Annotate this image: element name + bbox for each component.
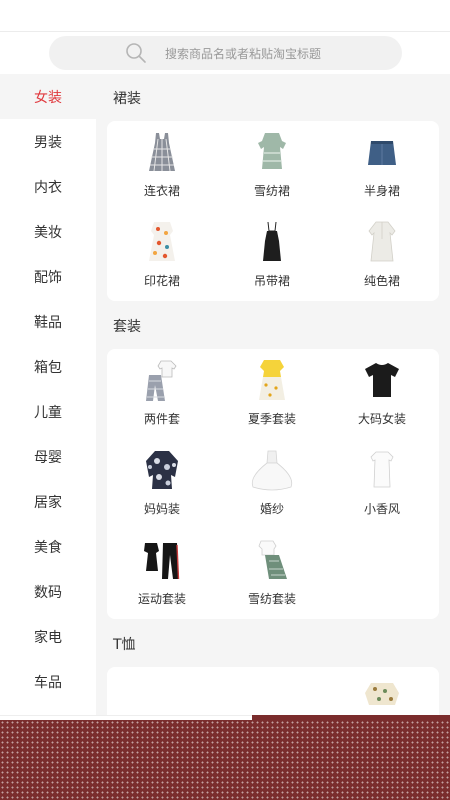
top-bar: 搜索商品名或者粘贴淘宝标题 bbox=[0, 0, 450, 74]
chiffon-set-icon bbox=[258, 540, 287, 579]
category-item[interactable]: 大码女装 bbox=[327, 349, 437, 439]
chiffon-dress-icon bbox=[258, 133, 286, 169]
divider bbox=[0, 31, 450, 32]
wedding-gown-icon bbox=[251, 450, 293, 491]
denim-skirt-icon bbox=[368, 141, 396, 165]
sidebar-item-home[interactable]: 居家 bbox=[0, 479, 96, 524]
overlay-pattern bbox=[0, 720, 450, 800]
section-title-dresses: 裙装 bbox=[113, 91, 141, 107]
category-item[interactable]: 吊带裙 bbox=[217, 211, 327, 301]
sport-set-icon bbox=[144, 543, 180, 580]
item-label: 雪纺套装 bbox=[247, 592, 296, 606]
sidebar-item-women[interactable]: 女装 bbox=[0, 74, 96, 119]
sidebar-item-underwear[interactable]: 内衣 bbox=[0, 164, 96, 209]
category-item[interactable]: 夏季套装 bbox=[217, 349, 327, 439]
two-piece-icon bbox=[146, 360, 177, 401]
sidebar-item-beauty[interactable]: 美妆 bbox=[0, 209, 96, 254]
category-item[interactable]: 婚纱 bbox=[217, 439, 327, 529]
sidebar-item-food[interactable]: 美食 bbox=[0, 524, 96, 569]
category-item[interactable]: 雪纺裙 bbox=[217, 121, 327, 211]
sidebar-item-shoes[interactable]: 鞋品 bbox=[0, 299, 96, 344]
item-label: 纯色裙 bbox=[363, 274, 400, 288]
slip-dress-icon bbox=[263, 221, 281, 261]
floral-jacket-icon bbox=[146, 451, 178, 489]
item-label: 小香风 bbox=[363, 502, 400, 516]
item-label: 夏季套装 bbox=[247, 412, 296, 426]
sidebar-item-accessories[interactable]: 配饰 bbox=[0, 254, 96, 299]
search-placeholder[interactable]: 搜索商品名或者粘贴淘宝标题 bbox=[165, 45, 321, 62]
white-blouse-icon bbox=[370, 451, 394, 488]
item-label: 吊带裙 bbox=[253, 274, 290, 288]
item-label: 连衣裙 bbox=[143, 184, 180, 198]
section-card-sets: 两件套 夏季套装 大码女装 妈妈装 婚纱 小香风 运动套装 雪纺套装 bbox=[107, 349, 439, 619]
category-sidebar: 女装 男装 内衣 美妆 配饰 鞋品 箱包 儿童 母婴 居家 美食 数码 家电 车… bbox=[0, 74, 96, 715]
section-title-tshirts: T恤 bbox=[113, 637, 136, 653]
category-item[interactable]: 纯色裙 bbox=[327, 211, 437, 301]
sidebar-item-baby[interactable]: 母婴 bbox=[0, 434, 96, 479]
item-label: 印花裙 bbox=[143, 274, 180, 288]
app-root: 搜索商品名或者粘贴淘宝标题 女装 男装 内衣 美妆 配饰 鞋品 箱包 儿童 母婴… bbox=[0, 0, 450, 800]
sidebar-item-car[interactable]: 车品 bbox=[0, 659, 96, 704]
category-item[interactable]: 印花裙 bbox=[107, 211, 217, 301]
sidebar-item-men[interactable]: 男装 bbox=[0, 119, 96, 164]
sidebar-item-bags[interactable]: 箱包 bbox=[0, 344, 96, 389]
category-item[interactable]: 小香风 bbox=[327, 439, 437, 529]
section-card-tshirts bbox=[107, 667, 439, 715]
plaid-dress-icon bbox=[149, 133, 175, 172]
white-dress-icon bbox=[368, 221, 396, 262]
black-tee-icon bbox=[365, 363, 399, 397]
category-item[interactable]: 连衣裙 bbox=[107, 121, 217, 211]
print-dress-icon bbox=[149, 222, 175, 261]
item-label: 大码女装 bbox=[357, 412, 406, 426]
category-item[interactable]: 两件套 bbox=[107, 349, 217, 439]
category-content: 裙装 连衣裙 雪纺裙 半身裙 印花裙 吊带裙 纯色裙 套装 两件套 夏季套装 大… bbox=[96, 74, 450, 715]
sidebar-item-appliances[interactable]: 家电 bbox=[0, 614, 96, 659]
item-label: 运动套装 bbox=[137, 592, 186, 606]
item-label: 雪纺裙 bbox=[253, 184, 290, 198]
section-title-sets: 套装 bbox=[113, 319, 141, 335]
item-label: 两件套 bbox=[143, 412, 180, 426]
category-item[interactable]: 运动套装 bbox=[107, 529, 217, 619]
item-label: 半身裙 bbox=[363, 184, 400, 198]
category-item[interactable] bbox=[327, 667, 437, 715]
category-item[interactable]: 半身裙 bbox=[327, 121, 437, 211]
sidebar-item-kids[interactable]: 儿童 bbox=[0, 389, 96, 434]
item-label: 婚纱 bbox=[259, 502, 284, 516]
floral-top-icon bbox=[365, 683, 399, 705]
category-item[interactable]: 妈妈装 bbox=[107, 439, 217, 529]
category-item[interactable]: 雪纺套装 bbox=[217, 529, 327, 619]
search-icon bbox=[126, 43, 146, 63]
sidebar-item-digital[interactable]: 数码 bbox=[0, 569, 96, 614]
search-bar[interactable]: 搜索商品名或者粘贴淘宝标题 bbox=[49, 36, 402, 70]
item-label: 妈妈装 bbox=[143, 502, 180, 516]
section-card-dresses: 连衣裙 雪纺裙 半身裙 印花裙 吊带裙 纯色裙 bbox=[107, 121, 439, 301]
summer-set-icon bbox=[259, 360, 285, 400]
